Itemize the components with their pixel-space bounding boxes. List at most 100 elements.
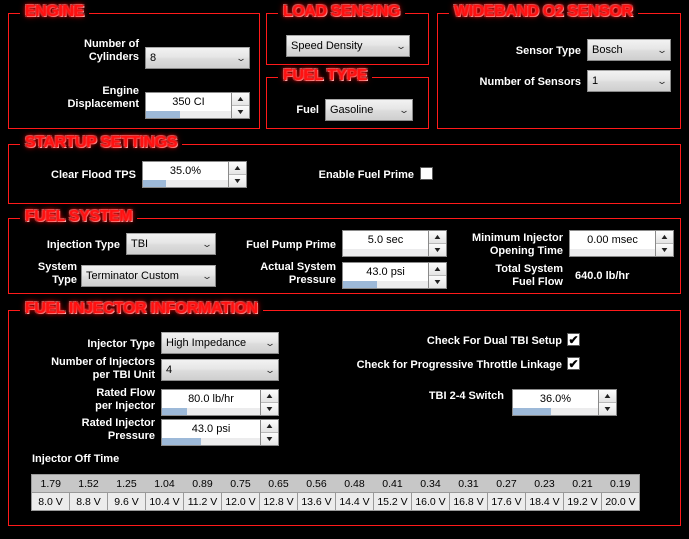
engine-displacement-increment[interactable]: ▲ bbox=[232, 93, 249, 106]
engine-displacement-track[interactable] bbox=[146, 111, 231, 118]
load-sensing-group: LOAD SENSING Speed Density ⌄ bbox=[266, 3, 429, 65]
rated-flow-per-injector-increment[interactable]: ▲ bbox=[261, 390, 278, 403]
fuel-pump-prime-field[interactable]: 5.0 sec bbox=[343, 231, 428, 256]
arrow-up-icon: ▲ bbox=[264, 422, 275, 430]
injector-off-time-cell[interactable]: 0.27 bbox=[487, 474, 526, 493]
chevron-down-icon: ⌄ bbox=[201, 238, 213, 249]
fuel-type-select[interactable]: Gasoline ⌄ bbox=[325, 99, 413, 121]
engine-group: ENGINE Number of Cylinders 8 ⌄ Engine Di… bbox=[8, 3, 260, 129]
rated-injector-pressure-track[interactable] bbox=[162, 438, 260, 445]
injector-off-time-cell[interactable]: 1.52 bbox=[69, 474, 108, 493]
load-sensing-select[interactable]: Speed Density ⌄ bbox=[286, 35, 410, 57]
injector-voltage-cell: 18.4 V bbox=[525, 492, 564, 511]
check-progressive-throttle-linkage-checkbox[interactable]: ✔ bbox=[567, 357, 580, 370]
wideband-o2-sensor-group-title: WIDEBAND O2 SENSOR bbox=[449, 3, 638, 21]
minimum-injector-opening-time-label: Minimum Injector Opening Time bbox=[471, 232, 563, 257]
clear-flood-tps-decrement[interactable]: ▼ bbox=[229, 175, 246, 187]
tbi-2-4-switch-stepper[interactable]: ▲ ▼ bbox=[598, 390, 616, 415]
rated-flow-per-injector-decrement[interactable]: ▼ bbox=[261, 403, 278, 415]
sensor-type-select[interactable]: Bosch ⌄ bbox=[587, 39, 671, 61]
number-of-cylinders-value: 8 bbox=[150, 52, 157, 64]
load-sensing-value: Speed Density bbox=[291, 40, 363, 52]
injector-voltage-cell: 10.4 V bbox=[145, 492, 184, 511]
rated-flow-per-injector-track[interactable] bbox=[162, 408, 260, 415]
fuel-injector-information-group-title: FUEL INJECTOR INFORMATION bbox=[20, 300, 263, 318]
injector-off-time-cell[interactable]: 0.23 bbox=[525, 474, 564, 493]
number-of-sensors-select[interactable]: 1 ⌄ bbox=[587, 70, 671, 92]
minimum-injector-opening-time-stepper[interactable]: ▲ ▼ bbox=[655, 231, 673, 256]
injector-off-time-cell[interactable]: 0.34 bbox=[411, 474, 450, 493]
number-of-cylinders-select[interactable]: 8 ⌄ bbox=[145, 47, 250, 69]
injector-off-time-cell[interactable]: 0.48 bbox=[335, 474, 374, 493]
sensor-type-value: Bosch bbox=[592, 44, 623, 56]
tbi-2-4-switch-increment[interactable]: ▲ bbox=[599, 390, 616, 403]
clear-flood-tps-label: Clear Flood TPS bbox=[51, 169, 136, 181]
rated-injector-pressure-increment[interactable]: ▲ bbox=[261, 420, 278, 433]
check-dual-tbi-setup-checkbox[interactable]: ✔ bbox=[567, 333, 580, 346]
tbi-2-4-switch-field[interactable]: 36.0% bbox=[513, 390, 598, 415]
arrow-up-icon: ▲ bbox=[602, 392, 613, 400]
injector-off-time-cell[interactable]: 0.75 bbox=[221, 474, 260, 493]
clear-flood-tps-spinner[interactable]: 35.0% ▲ ▼ bbox=[142, 161, 247, 188]
chevron-down-icon: ⌄ bbox=[264, 337, 276, 348]
wideband-o2-sensor-group: WIDEBAND O2 SENSOR Sensor Type Bosch ⌄ N… bbox=[437, 3, 681, 129]
minimum-injector-opening-time-decrement[interactable]: ▼ bbox=[656, 244, 673, 256]
engine-displacement-spinner[interactable]: 350 CI ▲ ▼ bbox=[145, 92, 250, 119]
enable-fuel-prime-checkbox[interactable] bbox=[420, 167, 433, 180]
injector-off-time-cell[interactable]: 0.41 bbox=[373, 474, 412, 493]
actual-system-pressure-fill bbox=[343, 281, 377, 288]
rated-flow-per-injector-field[interactable]: 80.0 lb/hr bbox=[162, 390, 260, 415]
rated-flow-per-injector-spinner[interactable]: 80.0 lb/hr ▲ ▼ bbox=[161, 389, 279, 416]
injector-off-time-cell[interactable]: 0.19 bbox=[601, 474, 640, 493]
injector-off-time-cell[interactable]: 0.89 bbox=[183, 474, 222, 493]
injector-off-time-table[interactable]: 1.79 1.52 1.25 1.04 0.89 0.75 0.65 0.56 0.48 0.41… bbox=[31, 474, 640, 511]
arrow-down-icon: ▼ bbox=[235, 108, 246, 116]
rated-flow-per-injector-stepper[interactable]: ▲ ▼ bbox=[260, 390, 278, 415]
arrow-up-icon: ▲ bbox=[232, 164, 243, 172]
system-type-select[interactable]: Terminator Custom ⌄ bbox=[81, 265, 216, 287]
injector-off-time-cell[interactable]: 1.25 bbox=[107, 474, 146, 493]
injector-off-time-cell[interactable]: 1.79 bbox=[31, 474, 70, 493]
injectors-per-tbi-unit-select[interactable]: 4 ⌄ bbox=[161, 359, 279, 381]
load-sensing-group-title: LOAD SENSING bbox=[278, 3, 405, 21]
fuel-pump-prime-spinner[interactable]: 5.0 sec ▲ ▼ bbox=[342, 230, 447, 257]
rated-injector-pressure-decrement[interactable]: ▼ bbox=[261, 433, 278, 445]
injection-type-select[interactable]: TBI ⌄ bbox=[126, 233, 216, 255]
fuel-pump-prime-value: 5.0 sec bbox=[343, 231, 428, 249]
chevron-down-icon: ⌄ bbox=[264, 364, 276, 375]
injector-off-time-cell[interactable]: 0.56 bbox=[297, 474, 336, 493]
fuel-pump-prime-track[interactable] bbox=[343, 249, 428, 256]
engine-displacement-stepper[interactable]: ▲ ▼ bbox=[231, 93, 249, 118]
clear-flood-tps-track[interactable] bbox=[143, 180, 228, 187]
injector-off-time-cell[interactable]: 1.04 bbox=[145, 474, 184, 493]
actual-system-pressure-spinner[interactable]: 43.0 psi ▲ ▼ bbox=[342, 262, 447, 289]
arrow-down-icon: ▼ bbox=[232, 177, 243, 185]
tbi-2-4-switch-track[interactable] bbox=[513, 408, 598, 415]
chevron-down-icon: ⌄ bbox=[201, 270, 213, 281]
injector-off-time-cell[interactable]: 0.31 bbox=[449, 474, 488, 493]
engine-displacement-decrement[interactable]: ▼ bbox=[232, 106, 249, 118]
engine-displacement-field[interactable]: 350 CI bbox=[146, 93, 231, 118]
clear-flood-tps-increment[interactable]: ▲ bbox=[229, 162, 246, 175]
clear-flood-tps-field[interactable]: 35.0% bbox=[143, 162, 228, 187]
minimum-injector-opening-time-spinner[interactable]: 0.00 msec ▲ ▼ bbox=[569, 230, 674, 257]
fuel-label: Fuel bbox=[296, 104, 319, 116]
rated-injector-pressure-field[interactable]: 43.0 psi bbox=[162, 420, 260, 445]
actual-system-pressure-field[interactable]: 43.0 psi bbox=[343, 263, 428, 288]
injector-off-time-cell[interactable]: 0.65 bbox=[259, 474, 298, 493]
tbi-2-4-switch-decrement[interactable]: ▼ bbox=[599, 403, 616, 415]
rated-flow-per-injector-fill bbox=[162, 408, 187, 415]
check-progressive-throttle-linkage-label: Check for Progressive Throttle Linkage bbox=[356, 359, 562, 371]
minimum-injector-opening-time-value: 0.00 msec bbox=[570, 231, 655, 249]
tbi-2-4-switch-spinner[interactable]: 36.0% ▲ ▼ bbox=[512, 389, 617, 416]
clear-flood-tps-stepper[interactable]: ▲ ▼ bbox=[228, 162, 246, 187]
minimum-injector-opening-time-field[interactable]: 0.00 msec bbox=[570, 231, 655, 256]
injector-off-time-cell[interactable]: 0.21 bbox=[563, 474, 602, 493]
minimum-injector-opening-time-track[interactable] bbox=[570, 249, 655, 256]
injector-voltage-cell: 19.2 V bbox=[563, 492, 602, 511]
rated-injector-pressure-stepper[interactable]: ▲ ▼ bbox=[260, 420, 278, 445]
injector-type-select[interactable]: High Impedance ⌄ bbox=[161, 332, 279, 354]
rated-injector-pressure-spinner[interactable]: 43.0 psi ▲ ▼ bbox=[161, 419, 279, 446]
actual-system-pressure-track[interactable] bbox=[343, 281, 428, 288]
minimum-injector-opening-time-increment[interactable]: ▲ bbox=[656, 231, 673, 244]
